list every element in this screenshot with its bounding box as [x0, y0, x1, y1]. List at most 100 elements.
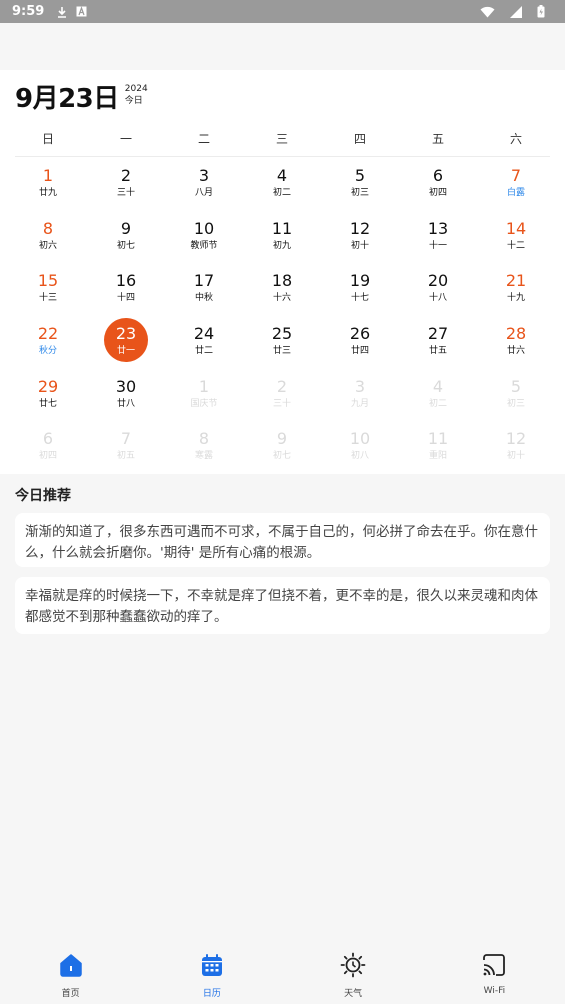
calendar-day[interactable]: 12 初十: [477, 421, 555, 474]
calendar-day-today[interactable]: 23 廿一: [87, 316, 165, 369]
day-number: 28: [505, 324, 527, 344]
calendar-day[interactable]: 26 廿四: [321, 316, 399, 369]
day-number: 5: [510, 376, 522, 396]
calendar-day[interactable]: 9 初七: [243, 421, 321, 474]
calendar-day[interactable]: 8 寒露: [165, 421, 243, 474]
weekday-wed: 三: [275, 132, 288, 146]
calendar-day[interactable]: 14 十二: [477, 211, 555, 264]
lunar-date: 寒露: [194, 451, 213, 462]
day-number: 11: [271, 218, 293, 238]
lunar-date: 三十: [116, 188, 135, 198]
calendar-day[interactable]: 9 初七: [87, 211, 165, 264]
calendar-day[interactable]: 30 廿八: [87, 369, 165, 422]
calendar-day[interactable]: 27 廿五: [399, 316, 477, 369]
calendar-day[interactable]: 21 十九: [477, 263, 555, 316]
quote-card[interactable]: 幸福就是痒的时候挠一下，不幸就是痒了但挠不着，更不幸的是，很久以来灵魂和肉体都感…: [15, 577, 550, 634]
today-label[interactable]: 今日: [125, 95, 148, 107]
calendar-day[interactable]: 1 廿九: [9, 158, 87, 211]
calendar-day[interactable]: 4 初二: [399, 369, 477, 422]
calendar-day[interactable]: 18 十六: [243, 263, 321, 316]
calendar-day[interactable]: 6 初四: [399, 158, 477, 211]
lunar-date: 廿五: [428, 346, 447, 357]
day-number: 13: [427, 218, 449, 238]
calendar-day[interactable]: 25 廿三: [243, 316, 321, 369]
lunar-date: 初五: [116, 451, 135, 462]
lunar-date: 教师节: [190, 240, 218, 251]
lunar-date: 中秋: [194, 293, 213, 304]
day-number: 6: [432, 166, 444, 185]
top-gap: [0, 23, 565, 70]
weekday-sun: 日: [41, 132, 54, 146]
lunar-date: 廿一: [116, 346, 135, 357]
calendar-day[interactable]: 15 十三: [9, 263, 87, 316]
lunar-date: 初三: [350, 188, 369, 198]
download-icon: [56, 6, 68, 18]
calendar-day[interactable]: 28 廿六: [477, 316, 555, 369]
nav-weather-label: 天气: [344, 989, 363, 999]
calendar-day[interactable]: 10 教师节: [165, 211, 243, 264]
nav-wifi[interactable]: Wi-Fi: [424, 946, 565, 1004]
status-bar: 9:59: [0, 0, 565, 23]
calendar-day[interactable]: 29 廿七: [9, 369, 87, 422]
lunar-date: 秋分: [38, 346, 57, 357]
calendar-day[interactable]: 1 国庆节: [165, 369, 243, 422]
calendar-day[interactable]: 7 初五: [87, 421, 165, 474]
calendar-day[interactable]: 11 重阳: [399, 421, 477, 474]
nav-calendar[interactable]: 日历: [141, 946, 282, 1004]
lunar-date: 白露: [506, 188, 525, 198]
day-number: 15: [37, 271, 59, 291]
day-number: 14: [505, 218, 527, 238]
calendar-day[interactable]: 20 十八: [399, 263, 477, 316]
lunar-date: 廿八: [116, 398, 135, 409]
selected-date-title[interactable]: 9月23日: [15, 78, 119, 115]
calendar-day[interactable]: 13 十一: [399, 211, 477, 264]
weekday-sat: 六: [509, 132, 522, 146]
calendar-day[interactable]: 3 八月: [165, 158, 243, 211]
lunar-date: 初十: [350, 240, 369, 251]
lunar-date: 初四: [38, 451, 57, 462]
day-number: 9: [120, 218, 132, 238]
battery-icon: [537, 5, 545, 18]
calendar-day[interactable]: 19 十七: [321, 263, 399, 316]
weekday-thu: 四: [353, 132, 366, 146]
calendar-day[interactable]: 16 十四: [87, 263, 165, 316]
status-time: 9:59: [12, 4, 45, 19]
calendar-day[interactable]: 12 初十: [321, 211, 399, 264]
calendar-day[interactable]: 10 初八: [321, 421, 399, 474]
calendar-day[interactable]: 7 白露: [477, 158, 555, 211]
calendar-day[interactable]: 22 秋分: [9, 316, 87, 369]
lunar-date: 十七: [350, 293, 369, 304]
calendar-day[interactable]: 17 中秋: [165, 263, 243, 316]
nav-weather[interactable]: 天气: [283, 946, 424, 1004]
lunar-date: 国庆节: [190, 398, 218, 409]
calendar-day[interactable]: 2 三十: [87, 158, 165, 211]
day-number: 21: [505, 271, 527, 291]
calendar-grid: 1 廿九 2 三十 3 八月 4 初二 5 初三 6 初四 7 白露 8 初六 9 初七 10 教师节 11 初九 12 初十…: [9, 158, 555, 474]
day-number: 17: [193, 271, 215, 291]
lunar-date: 十三: [38, 293, 57, 304]
a-icon: [76, 6, 87, 17]
lunar-date: 初二: [428, 398, 447, 409]
day-number: 23: [115, 324, 137, 344]
lunar-date: 初四: [428, 188, 447, 198]
quote-text: 幸福就是痒的时候挠一下，不幸就是痒了但挠不着，更不幸的是，很久以来灵魂和肉体都感…: [25, 588, 538, 625]
calendar-day[interactable]: 6 初四: [9, 421, 87, 474]
day-number: 2: [276, 376, 288, 396]
day-number: 2: [120, 166, 132, 185]
calendar-day[interactable]: 4 初二: [243, 158, 321, 211]
nav-home[interactable]: 首页: [0, 946, 141, 1004]
weekday-mon: 一: [119, 132, 132, 146]
day-number: 9: [276, 429, 288, 449]
calendar-day[interactable]: 5 初三: [321, 158, 399, 211]
quote-card[interactable]: 渐渐的知道了，很多东西可遇而不可求，不属于自己的，何必拼了命去在乎。你在意什么，…: [15, 513, 550, 567]
calendar-day[interactable]: 3 九月: [321, 369, 399, 422]
day-number: 4: [276, 166, 288, 185]
calendar-day[interactable]: 8 初六: [9, 211, 87, 264]
calendar-day[interactable]: 5 初三: [477, 369, 555, 422]
home-icon: [58, 952, 84, 982]
calendar-day[interactable]: 24 廿二: [165, 316, 243, 369]
bottom-nav: 首页 日历 天气 Wi-Fi: [0, 946, 565, 1004]
calendar-day[interactable]: 11 初九: [243, 211, 321, 264]
day-number: 10: [349, 429, 371, 449]
calendar-day[interactable]: 2 三十: [243, 369, 321, 422]
